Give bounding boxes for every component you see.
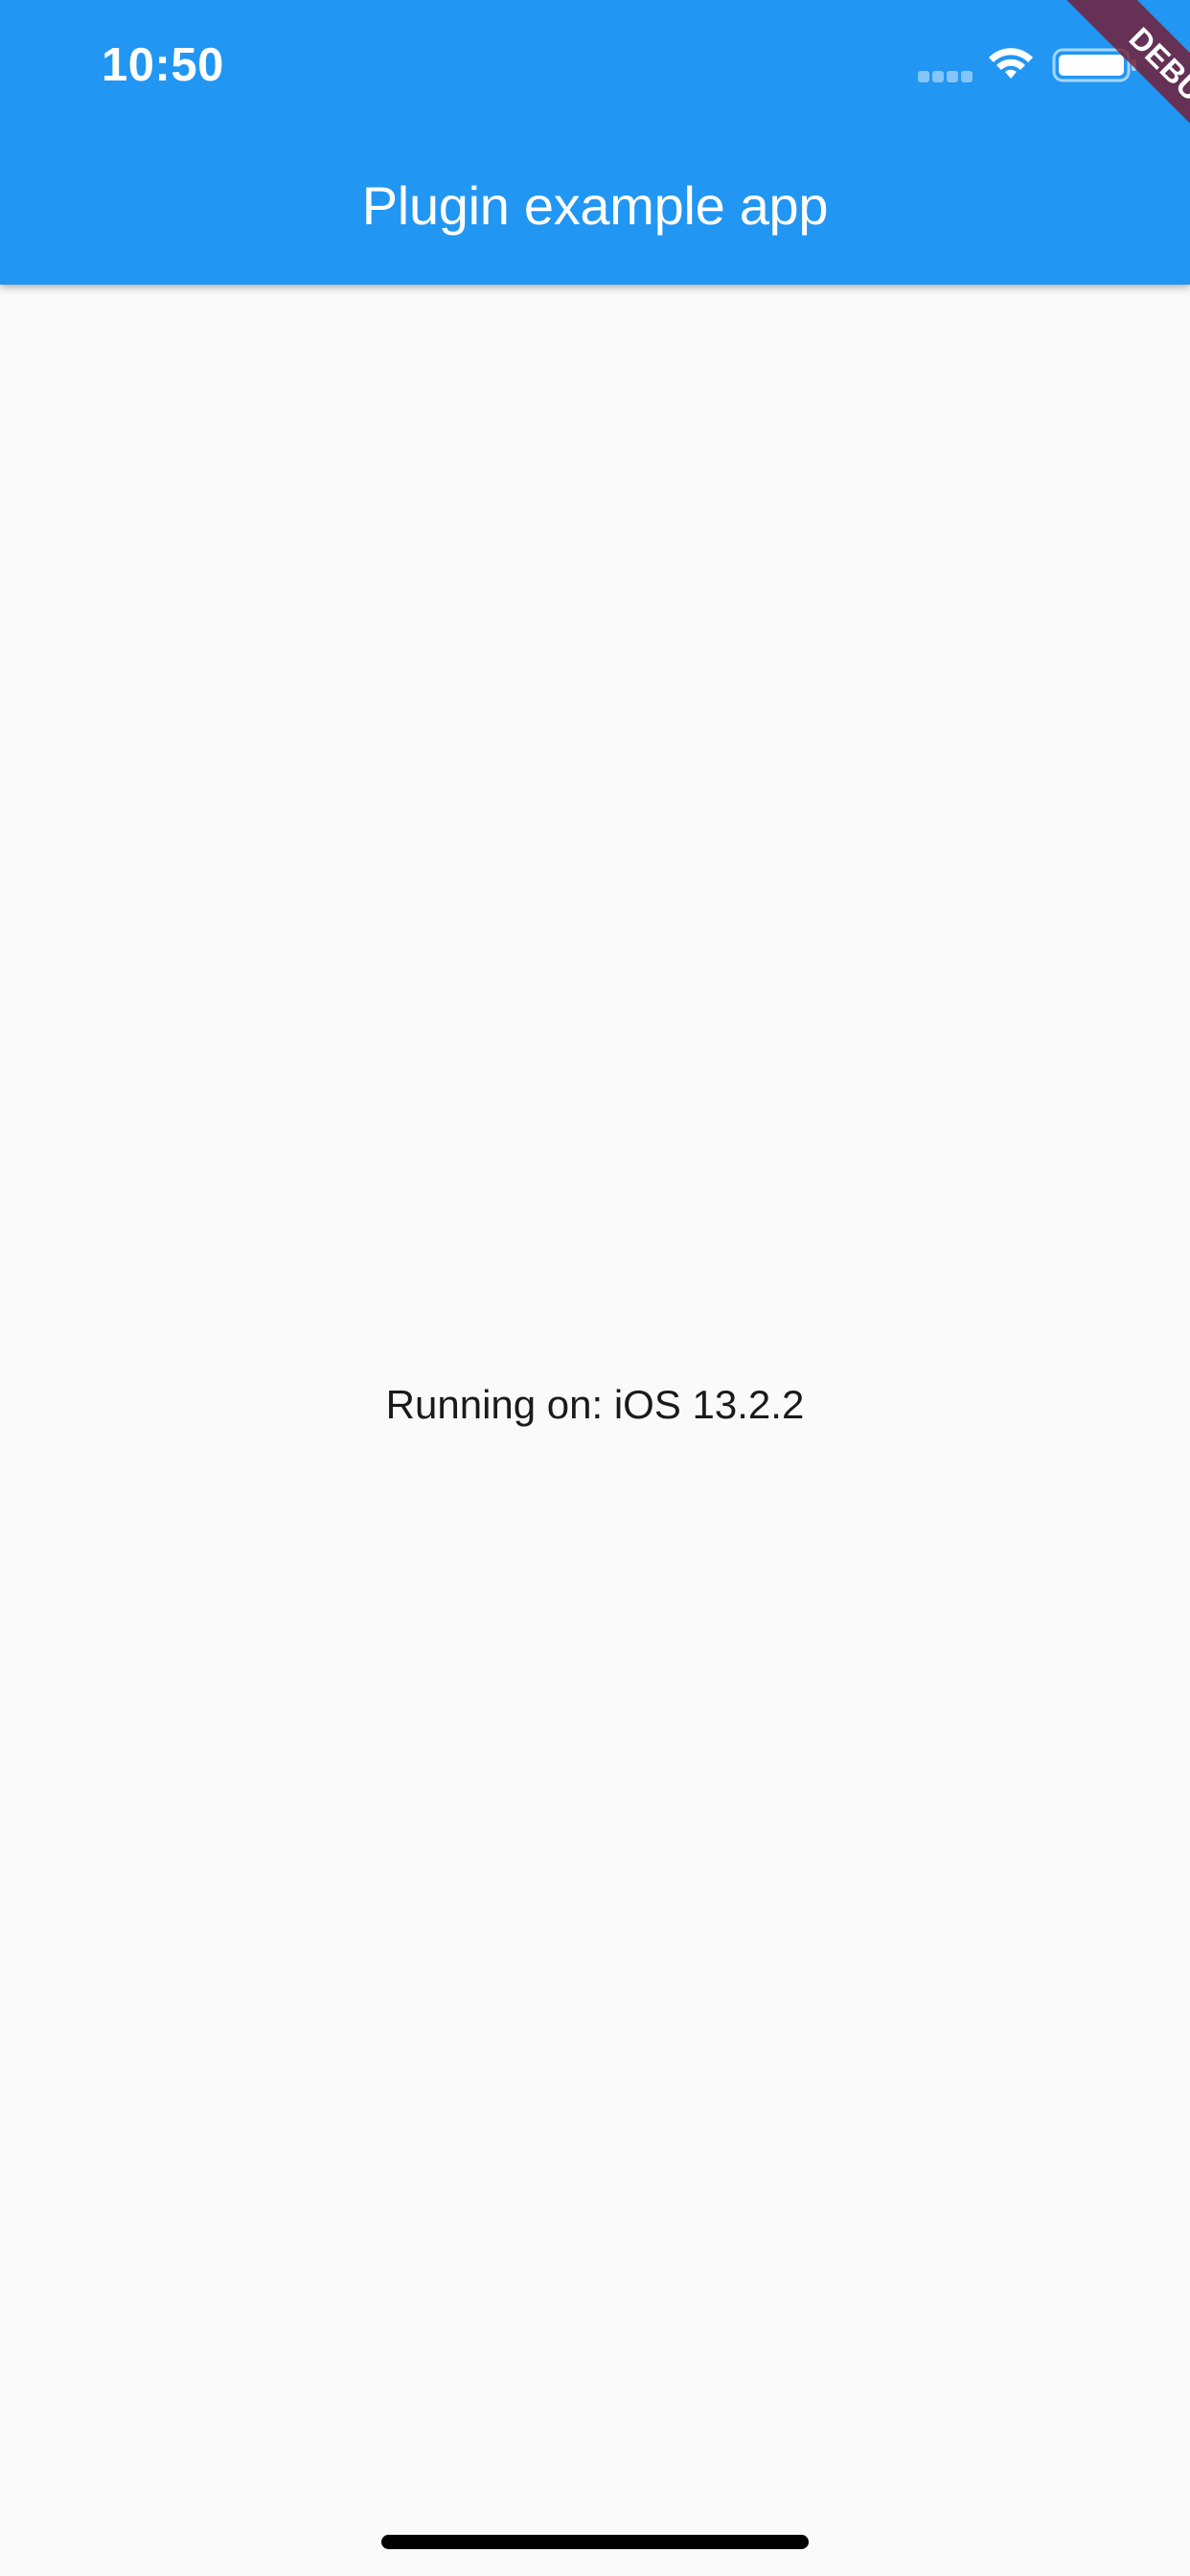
platform-version-text: Running on: iOS 13.2.2 [385,1382,805,1427]
cellular-signal-icon [918,71,973,82]
main-content [0,285,1190,2576]
status-bar-time: 10:50 [102,39,224,91]
debug-banner: DEBUG [998,0,1190,192]
home-indicator[interactable] [381,2535,809,2549]
debug-banner-label: DEBUG [1041,0,1190,192]
